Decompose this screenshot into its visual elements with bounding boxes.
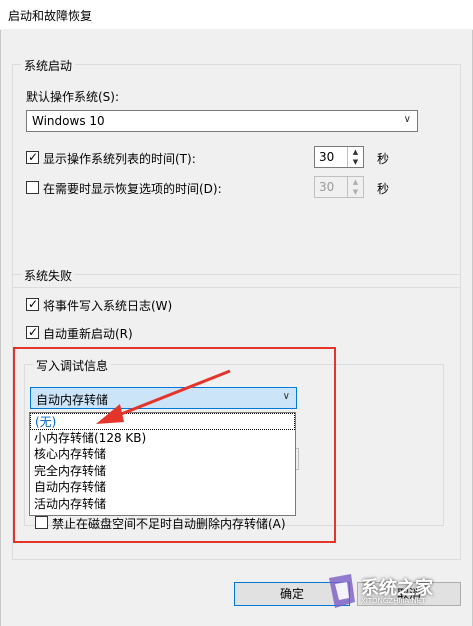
system-failure-title: 系统失败 (21, 267, 76, 284)
chevron-down-icon: ∨ (403, 114, 411, 125)
spin-down-icon: ▼ (352, 188, 359, 196)
spin-up-icon: ▲ (352, 178, 359, 186)
spin-up-icon[interactable]: ▲ (348, 147, 363, 157)
watermark-url: XITONGZHIJIA.NET (361, 597, 426, 605)
check-icon: ✓ (28, 150, 39, 164)
default-os-select[interactable]: Windows 10 ∨ (26, 110, 418, 132)
show-os-list-value: 30 (319, 150, 335, 164)
show-recovery-spinner: 30 ▲ ▼ (314, 176, 364, 198)
window-title: 启动和故障恢复 (8, 9, 93, 23)
check-icon: ✓ (28, 325, 39, 339)
seconds-unit: 秒 (377, 152, 390, 166)
check-icon: ✓ (28, 297, 39, 311)
show-os-list-label: 显示操作系统列表的时间(T): (43, 152, 196, 166)
spin-down-icon[interactable]: ▼ (348, 157, 363, 167)
show-recovery-value: 30 (319, 180, 335, 194)
write-event-label: 将事件写入系统日志(W) (43, 299, 173, 313)
default-os-label: 默认操作系统(S): (26, 90, 120, 104)
system-startup-title: 系统启动 (21, 57, 76, 74)
default-os-value: Windows 10 (32, 114, 105, 128)
show-os-list-spinner[interactable]: 30 ▲ ▼ (314, 146, 364, 168)
highlight-box (13, 347, 336, 543)
auto-restart-label: 自动重新启动(R) (43, 327, 133, 341)
write-event-checkbox[interactable]: ✓ (26, 297, 39, 311)
watermark-logo: 系统之家 XITONGZHIJIA.NET (325, 572, 465, 612)
title-bar: 启动和故障恢复 (0, 0, 473, 30)
show-recovery-label: 在需要时显示恢复选项的时间(D): (43, 182, 222, 196)
seconds-unit: 秒 (377, 182, 390, 196)
show-os-list-checkbox[interactable]: ✓ (26, 150, 39, 164)
show-recovery-checkbox[interactable] (26, 181, 39, 194)
auto-restart-checkbox[interactable]: ✓ (26, 325, 39, 339)
